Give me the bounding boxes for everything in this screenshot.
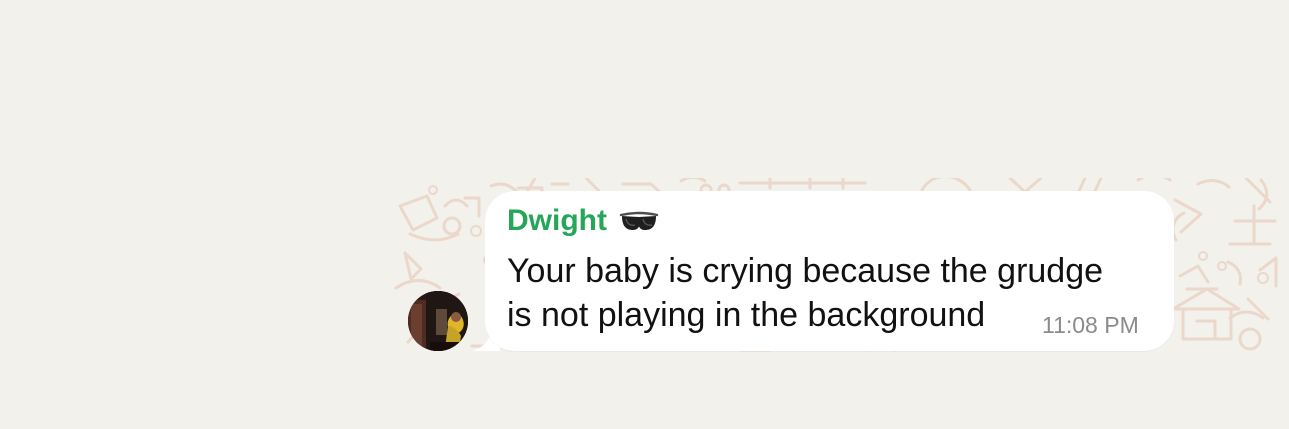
message-sender: Dwight xyxy=(507,201,659,241)
avatar[interactable] xyxy=(408,291,468,351)
message-line: Your baby is crying because the grudge xyxy=(507,252,1104,290)
message-time: 11:08 PM xyxy=(1042,312,1139,338)
chat-screen: Dwight Your baby is crying because the g… xyxy=(0,0,1289,429)
sunglasses-icon xyxy=(619,211,659,230)
sender-name[interactable]: Dwight xyxy=(507,206,607,236)
profile-photo xyxy=(408,291,468,351)
